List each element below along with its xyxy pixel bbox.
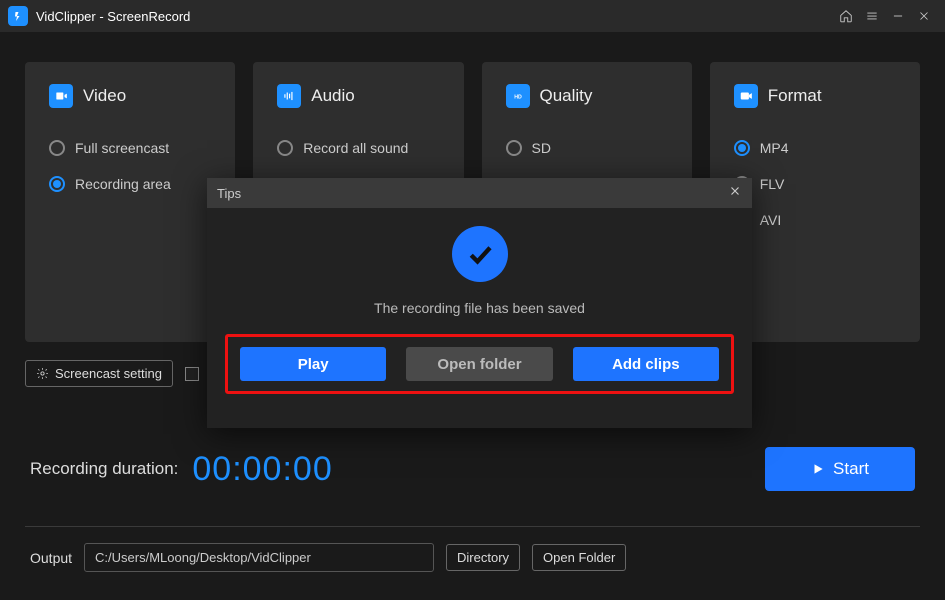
- tips-dialog: Tips The recording file has been saved P…: [207, 178, 752, 428]
- video-option-full-screencast[interactable]: Full screencast: [49, 130, 211, 166]
- directory-button[interactable]: Directory: [446, 544, 520, 571]
- app-logo: [8, 6, 28, 26]
- option-label: FLV: [760, 176, 785, 192]
- radio-icon: [734, 140, 750, 156]
- radio-icon: [506, 140, 522, 156]
- video-icon: [49, 84, 73, 108]
- svg-text:HD: HD: [514, 94, 522, 100]
- menu-button[interactable]: [859, 3, 885, 29]
- radio-icon: [49, 140, 65, 156]
- start-button[interactable]: Start: [765, 447, 915, 491]
- output-label: Output: [30, 550, 72, 566]
- format-panel-label: Format: [768, 86, 822, 106]
- video-panel-label: Video: [83, 86, 126, 106]
- titlebar: VidClipper - ScreenRecord: [0, 0, 945, 32]
- minimize-button[interactable]: [885, 3, 911, 29]
- home-button[interactable]: [833, 3, 859, 29]
- audio-panel-label: Audio: [311, 86, 354, 106]
- divider: [25, 526, 920, 527]
- screencast-setting-button[interactable]: Screencast setting: [25, 360, 173, 387]
- quality-panel-label: Quality: [540, 86, 593, 106]
- dialog-title: Tips: [217, 186, 728, 201]
- toolbar-checkbox[interactable]: [185, 367, 199, 381]
- button-label: Start: [833, 459, 869, 479]
- option-label: SD: [532, 140, 551, 156]
- dialog-close-button[interactable]: [728, 184, 742, 203]
- format-option-mp4[interactable]: MP4: [734, 130, 896, 166]
- open-folder-button[interactable]: Open folder: [406, 347, 552, 381]
- play-button[interactable]: Play: [240, 347, 386, 381]
- radio-icon: [277, 140, 293, 156]
- format-icon: [734, 84, 758, 108]
- radio-icon: [49, 176, 65, 192]
- audio-option-record-all[interactable]: Record all sound: [277, 130, 439, 166]
- video-panel: Video Full screencast Recording area: [25, 62, 235, 342]
- open-folder-button[interactable]: Open Folder: [532, 544, 626, 571]
- audio-icon: [277, 84, 301, 108]
- option-label: Full screencast: [75, 140, 169, 156]
- success-check-icon: [452, 226, 508, 282]
- quality-icon: HD: [506, 84, 530, 108]
- option-label: MP4: [760, 140, 789, 156]
- option-label: Record all sound: [303, 140, 408, 156]
- gear-icon: [36, 367, 49, 380]
- button-label: Directory: [457, 550, 509, 565]
- add-clips-button[interactable]: Add clips: [573, 347, 719, 381]
- output-path-input[interactable]: [84, 543, 434, 572]
- close-icon: [728, 184, 742, 198]
- duration-value: 00:00:00: [192, 450, 332, 489]
- duration-label: Recording duration:: [30, 459, 178, 479]
- button-label: Screencast setting: [55, 366, 162, 381]
- quality-option-sd[interactable]: SD: [506, 130, 668, 166]
- button-label: Play: [298, 356, 329, 373]
- button-label: Open folder: [437, 356, 521, 373]
- format-option-flv[interactable]: FLV: [734, 166, 896, 202]
- option-label: AVI: [760, 212, 782, 228]
- button-label: Open Folder: [543, 550, 615, 565]
- button-label: Add clips: [612, 356, 680, 373]
- format-option-avi[interactable]: AVI: [734, 202, 896, 238]
- play-icon: [811, 462, 825, 476]
- option-label: Recording area: [75, 176, 171, 192]
- video-option-recording-area[interactable]: Recording area: [49, 166, 211, 202]
- dialog-message: The recording file has been saved: [374, 300, 585, 316]
- dialog-button-row: Play Open folder Add clips: [225, 334, 734, 394]
- window-title: VidClipper - ScreenRecord: [36, 9, 833, 24]
- close-button[interactable]: [911, 3, 937, 29]
